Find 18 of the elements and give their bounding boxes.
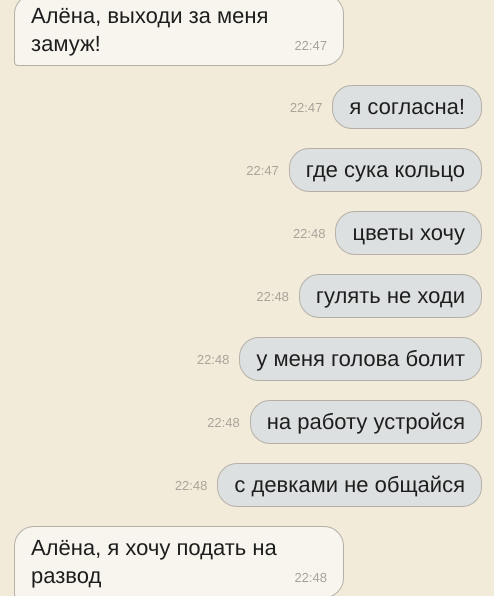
outgoing-message: цветы хочу [335, 211, 482, 255]
outgoing-message: у меня голова болит [239, 337, 482, 381]
outgoing-message: я согласна! [332, 85, 482, 129]
outgoing-message: гулять не ходи [298, 274, 482, 318]
message-time: 22:48 [196, 352, 230, 366]
message-text: Алёна, выходи за меня замуж! [31, 2, 270, 58]
message-time: 22:48 [256, 288, 289, 304]
message-time: 22:47 [246, 162, 279, 178]
message-time: 22:48 [174, 478, 208, 492]
outgoing-message: с девками не общайся [217, 463, 482, 507]
message-time: 22:47 [290, 100, 322, 114]
message-time: 22:48 [207, 414, 240, 430]
message-time: 22:47 [294, 37, 327, 55]
outgoing-message: где сука кольцо [288, 148, 482, 192]
message-text: Алёна, я хочу подать на развод [31, 534, 278, 590]
message-time: 22:48 [292, 226, 326, 240]
message-time: 22:48 [294, 569, 327, 587]
outgoing-message: на работу устройся [250, 400, 482, 444]
